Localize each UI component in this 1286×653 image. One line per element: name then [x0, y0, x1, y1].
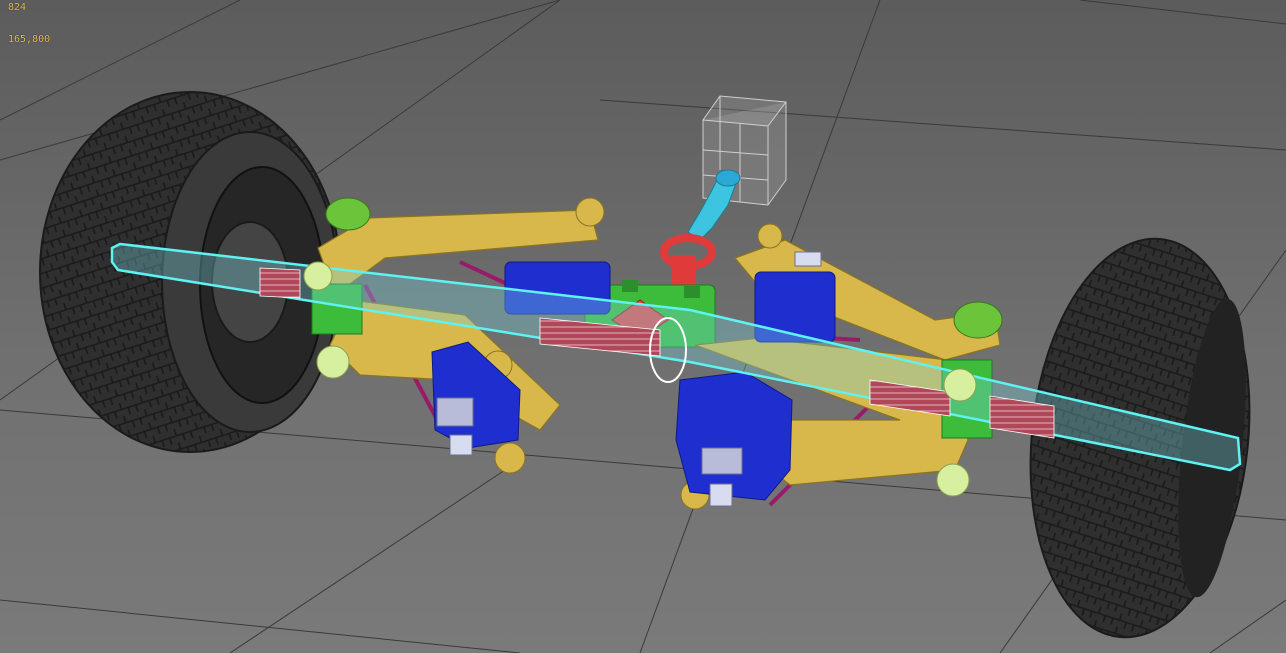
- polygon-count-readout: 824: [8, 2, 27, 13]
- scene-canvas[interactable]: [0, 0, 1286, 653]
- 3d-viewport[interactable]: 824 165,800: [0, 0, 1286, 653]
- vertex-count-readout: 165,800: [8, 34, 51, 45]
